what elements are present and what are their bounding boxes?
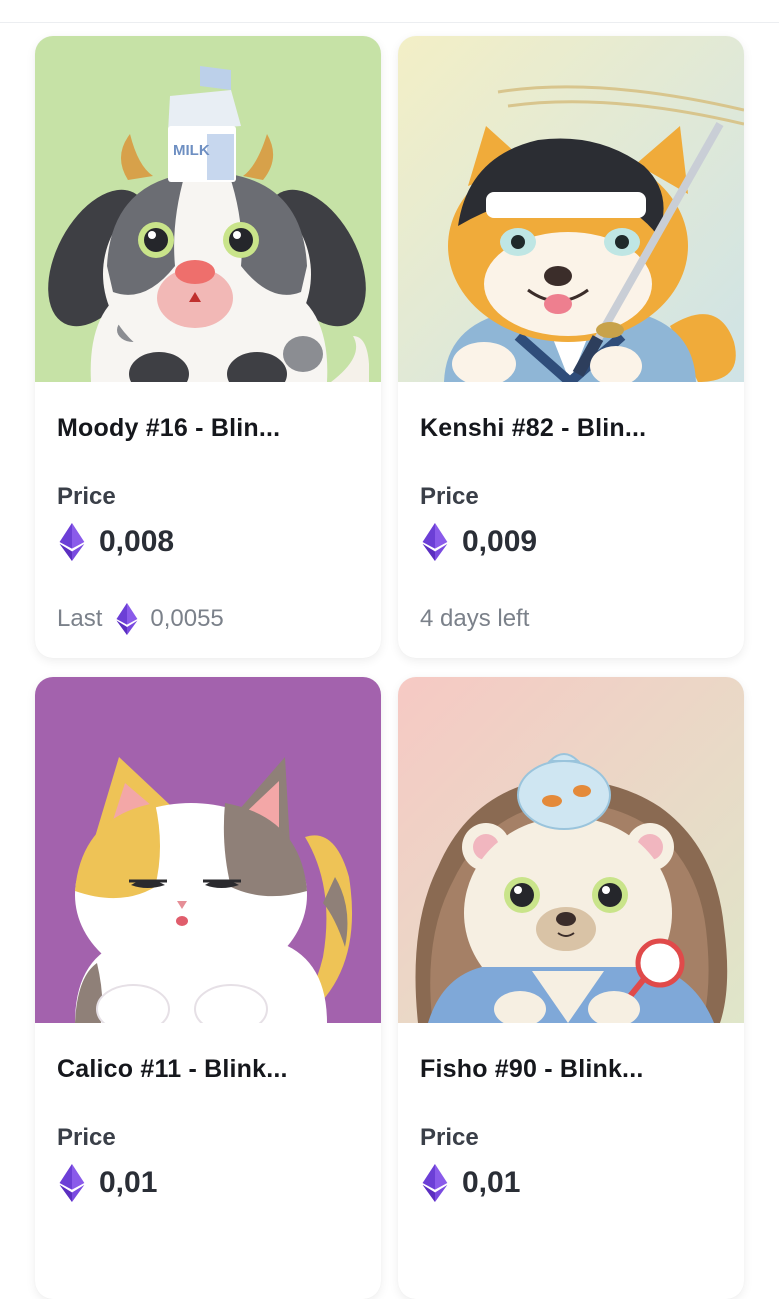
price-row: 0,01 [59,1163,157,1203]
price-value: 0,008 [99,525,175,558]
time-left-text: 4 days left [420,605,530,632]
card-title: Fisho #90 - Blink... [420,1055,644,1083]
nft-card-fisho[interactable]: Fisho #90 - Blink... Price 0,01 [398,677,744,1299]
ethereum-icon [116,603,138,635]
price-label: Price [420,483,479,510]
price-value: 0,01 [462,1166,521,1199]
auction-time-left: 4 days left [420,602,529,636]
nft-image-calico [35,677,381,1023]
price-label: Price [57,483,116,510]
price-value: 0,009 [462,525,538,558]
price-label: Price [57,1124,116,1151]
price-row: 0,01 [422,1163,520,1203]
svg-text:MILK: MILK [173,142,210,159]
last-sale-value: 0,0055 [150,605,224,632]
nft-image-fisho [398,677,744,1023]
nft-card-kenshi[interactable]: Kenshi #82 - Blin... Price 0,009 4 days … [398,36,744,658]
nft-card-calico[interactable]: Calico #11 - Blink... Price 0,01 [35,677,381,1299]
last-sale: Last 0,0055 [57,602,224,636]
card-title: Moody #16 - Blin... [57,414,281,442]
ethereum-icon [422,523,448,561]
nft-image-kenshi [398,36,744,382]
nft-image-moody: MILK [35,36,381,382]
price-row: 0,008 [59,522,174,562]
ethereum-icon [59,523,85,561]
ethereum-icon [422,1164,448,1202]
price-row: 0,009 [422,522,537,562]
card-title: Calico #11 - Blink... [57,1055,288,1083]
nft-card-moody[interactable]: MILK Moody #16 - Blin... Price 0,008 Las… [35,36,381,658]
ethereum-icon [59,1164,85,1202]
nft-grid: MILK Moody #16 - Blin... Price 0,008 Las… [0,0,779,1299]
last-sale-label: Last [57,605,103,632]
price-label: Price [420,1124,479,1151]
price-value: 0,01 [99,1166,158,1199]
card-title: Kenshi #82 - Blin... [420,414,647,442]
